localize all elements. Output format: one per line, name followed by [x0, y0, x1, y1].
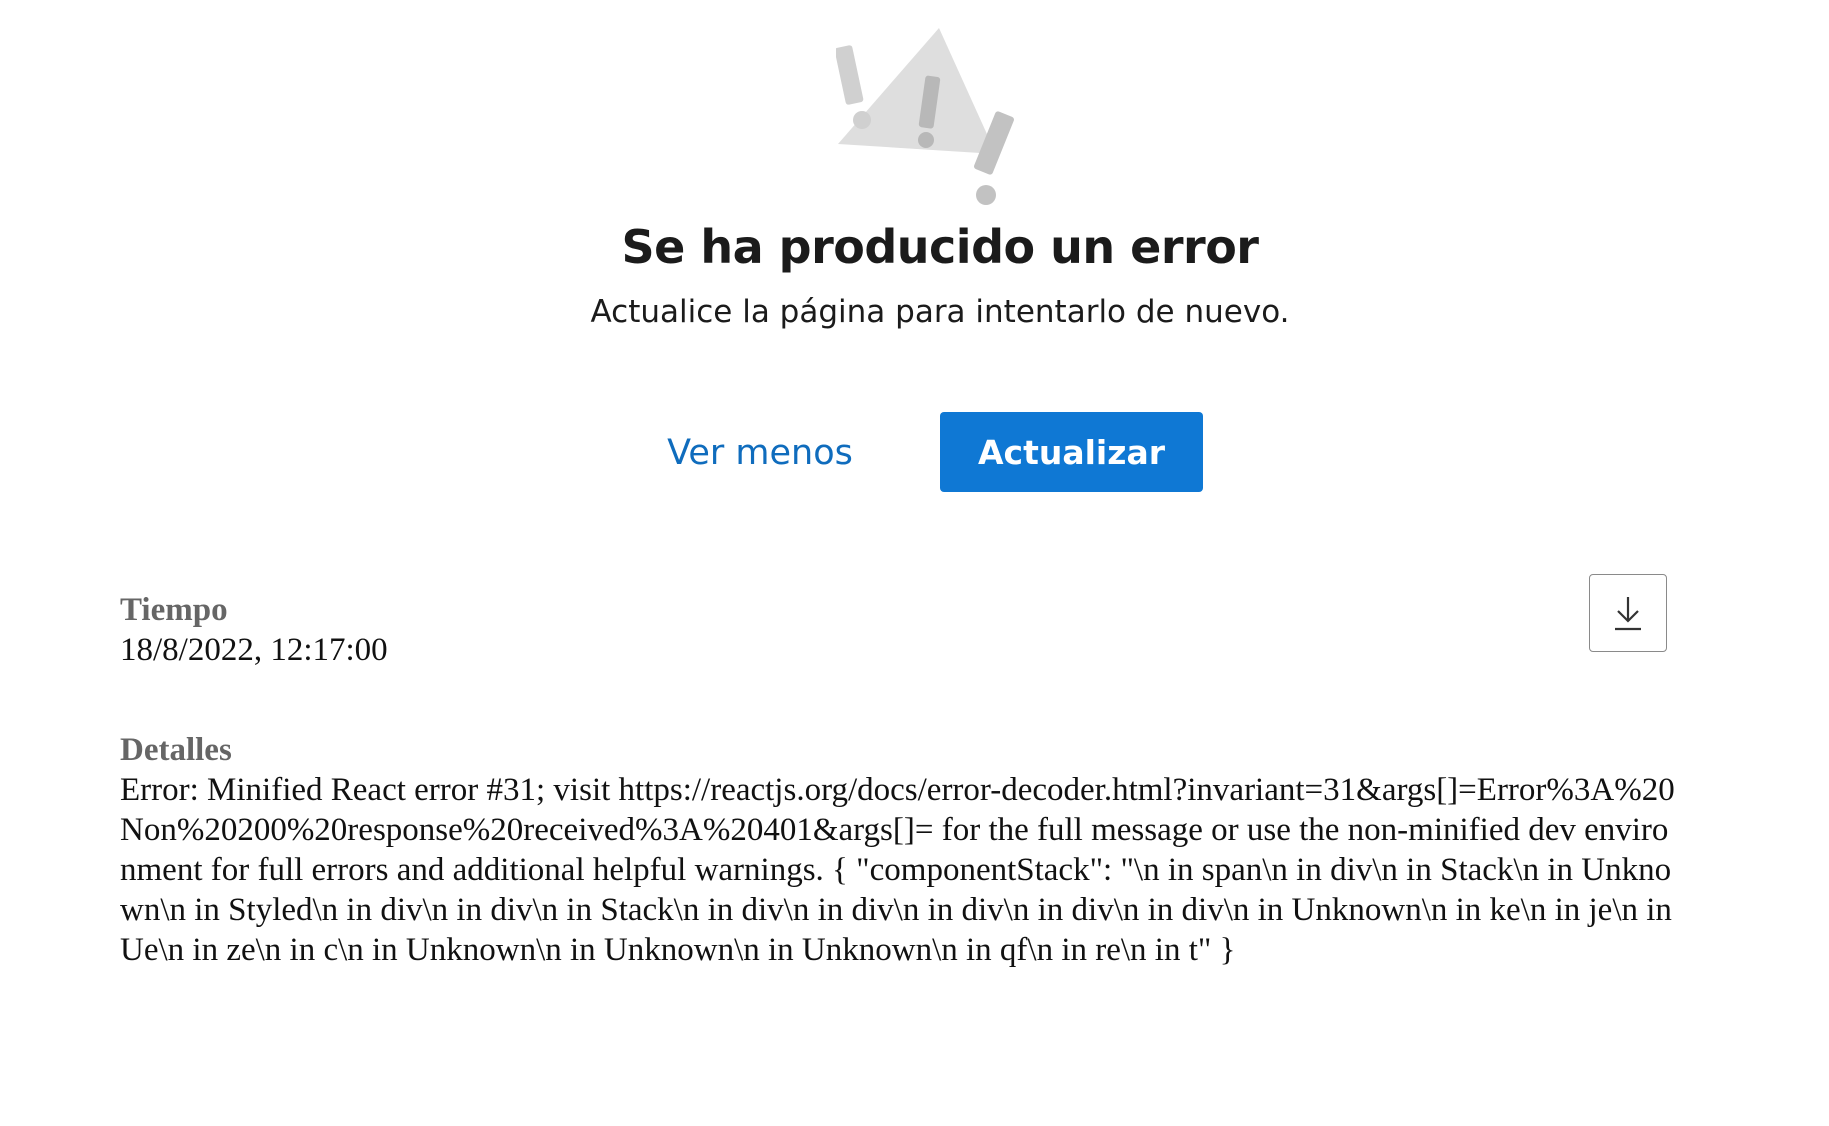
- error-subtitle: Actualice la página para intentarlo de n…: [590, 294, 1290, 330]
- time-label: Tiempo: [120, 592, 228, 628]
- error-title: Se ha producido un error: [621, 220, 1260, 274]
- error-details-panel: Tiempo 18/8/2022, 12:17:00 Detalles Erro…: [120, 590, 1680, 970]
- details-section: Detalles Error: Minified React error #31…: [120, 730, 1680, 970]
- time-section: Tiempo 18/8/2022, 12:17:00: [120, 590, 1680, 670]
- see-less-button[interactable]: Ver menos: [640, 412, 880, 492]
- warning-illustration-icon: [834, 24, 1036, 214]
- time-value: 18/8/2022, 12:17:00: [120, 632, 388, 668]
- refresh-button[interactable]: Actualizar: [940, 412, 1203, 492]
- details-label: Detalles: [120, 732, 232, 768]
- error-message: Error: Minified React error #31; visit h…: [120, 772, 1675, 968]
